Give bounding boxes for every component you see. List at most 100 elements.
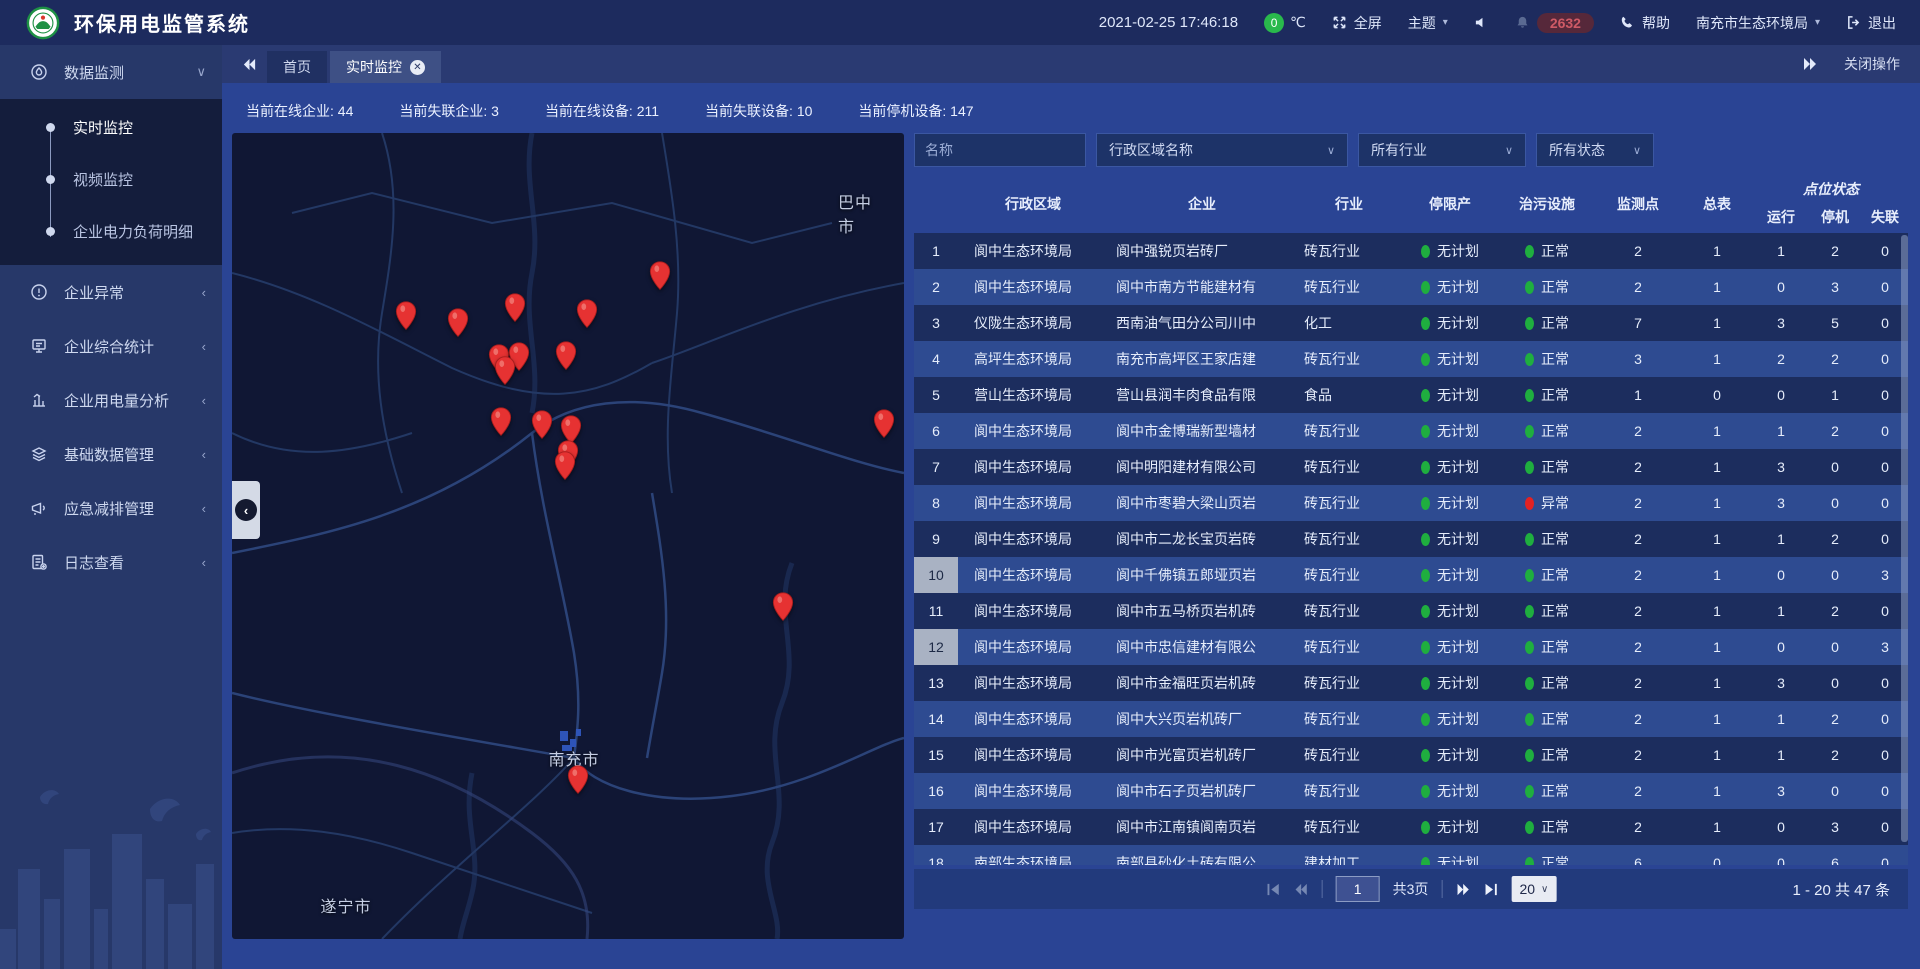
facility-status-label: 正常 [1541, 673, 1569, 693]
previous-page-icon[interactable] [1294, 882, 1309, 897]
sidebar-item-log-view[interactable]: 日志查看‹ [0, 535, 222, 589]
map-pin-icon[interactable] [504, 293, 526, 323]
fullscreen-button[interactable]: 全屏 [1332, 13, 1382, 33]
sound-button[interactable] [1474, 15, 1489, 30]
sidebar-subitem-实时监控[interactable]: 实时监控 [0, 101, 222, 153]
theme-button[interactable]: 主题▾ [1408, 13, 1448, 33]
map-pin-icon[interactable] [649, 261, 671, 291]
table-row[interactable]: 12阆中生态环境局阆中市忠信建材有限公砖瓦行业无计划正常21003 [914, 629, 1908, 665]
table-row[interactable]: 13阆中生态环境局阆中市金福旺页岩机砖砖瓦行业无计划正常21300 [914, 665, 1908, 701]
help-button[interactable]: 帮助 [1620, 13, 1670, 33]
industry-cell: 砖瓦行业 [1296, 529, 1402, 549]
company-cell: 阆中市五马桥页岩机砖 [1108, 601, 1296, 621]
close-icon[interactable]: ✕ [410, 60, 425, 75]
table-row[interactable]: 16阆中生态环境局阆中市石子页岩机砖厂砖瓦行业无计划正常21300 [914, 773, 1908, 809]
speaker-icon [1474, 15, 1489, 30]
table-row[interactable]: 7阆中生态环境局阆中明阳建材有限公司砖瓦行业无计划正常21300 [914, 449, 1908, 485]
row-index-cell: 15 [914, 737, 958, 773]
table-row[interactable]: 1阆中生态环境局阆中强锐页岩砖厂砖瓦行业无计划正常21120 [914, 233, 1908, 269]
row-index-cell: 8 [914, 485, 958, 521]
divider [1441, 880, 1442, 898]
map-pin-icon[interactable] [772, 592, 794, 622]
table-row[interactable]: 4高坪生态环境局南充市高坪区王家店建砖瓦行业无计划正常31220 [914, 341, 1908, 377]
facility-status-label: 正常 [1541, 817, 1569, 837]
map-pin-icon[interactable] [395, 301, 417, 331]
facility-status-cell: 正常 [1498, 601, 1596, 621]
last-page-icon[interactable] [1483, 882, 1498, 897]
first-page-icon[interactable] [1266, 882, 1281, 897]
sidebar-item-power-usage-analysis[interactable]: 企业用电量分析‹ [0, 373, 222, 427]
map-pin-icon[interactable] [555, 341, 577, 371]
meter-count-cell: 1 [1680, 495, 1754, 511]
table-row[interactable]: 9阆中生态环境局阆中市二龙长宝页岩砖砖瓦行业无计划正常21120 [914, 521, 1908, 557]
close-operations-button[interactable]: 关闭操作 [1844, 54, 1900, 74]
table-row[interactable]: 14阆中生态环境局阆中大兴页岩机砖厂砖瓦行业无计划正常21120 [914, 701, 1908, 737]
table-row[interactable]: 8阆中生态环境局阆中市枣碧大梁山页岩砖瓦行业无计划异常21300 [914, 485, 1908, 521]
table-row[interactable]: 3仪陇生态环境局西南油气田分公司川中化工无计划正常71350 [914, 305, 1908, 341]
map-panel[interactable]: 巴中市南充市遂宁市 ‹ [232, 133, 904, 939]
table-row[interactable]: 17阆中生态环境局阆中市江南镇阆南页岩砖瓦行业无计划正常21030 [914, 809, 1908, 845]
logout-button[interactable]: 退出 [1846, 13, 1896, 33]
run-count-cell: 0 [1754, 567, 1808, 583]
region-select[interactable]: 行政区域名称 ∨ [1096, 133, 1348, 167]
tabs-scroll-left-icon[interactable] [242, 57, 257, 72]
meter-count-cell: 1 [1680, 243, 1754, 259]
sidebar-item-enterprise-statistics[interactable]: 企业综合统计‹ [0, 319, 222, 373]
halt-count-cell: 0 [1808, 495, 1862, 511]
map-pin-icon[interactable] [490, 407, 512, 437]
tabs-scroll-right-icon[interactable] [1802, 56, 1818, 72]
map-pin-icon[interactable] [576, 299, 598, 329]
chevron-left-icon: ‹ [202, 285, 206, 300]
column-header-index [914, 175, 958, 233]
table-row[interactable]: 2阆中生态环境局阆中市南方节能建材有砖瓦行业无计划正常21030 [914, 269, 1908, 305]
temperature-indicator: 0 ℃ [1264, 13, 1306, 33]
tab-实时监控[interactable]: 实时监控✕ [330, 51, 441, 83]
monitor-count-cell: 2 [1596, 459, 1680, 475]
page-size-select[interactable]: 20 ∨ [1511, 876, 1556, 902]
tab-首页[interactable]: 首页 [267, 51, 327, 83]
map-pin-icon[interactable] [494, 356, 516, 386]
page-number-input[interactable] [1336, 876, 1380, 902]
map-pin-icon[interactable] [531, 410, 553, 440]
org-selector[interactable]: 南充市生态环境局▾ [1696, 13, 1820, 33]
status-dot-icon [1525, 281, 1534, 294]
name-search-input[interactable] [914, 133, 1086, 167]
table-scrollbar[interactable] [1901, 235, 1908, 842]
region-cell: 阆中生态环境局 [958, 493, 1108, 513]
industry-cell: 砖瓦行业 [1296, 673, 1402, 693]
stop-status-cell: 无计划 [1402, 817, 1498, 837]
industry-cell: 砖瓦行业 [1296, 817, 1402, 837]
status-select[interactable]: 所有状态 ∨ [1536, 133, 1654, 167]
table-row[interactable]: 5营山生态环境局营山县润丰肉食品有限食品无计划正常10010 [914, 377, 1908, 413]
sidebar-subitem-label: 企业电力负荷明细 [73, 221, 193, 242]
region-select-value: 行政区域名称 [1109, 140, 1193, 160]
map-pin-icon[interactable] [554, 451, 576, 481]
table-row[interactable]: 6阆中生态环境局阆中市金博瑞新型墙材砖瓦行业无计划正常21120 [914, 413, 1908, 449]
row-index-cell: 5 [914, 377, 958, 413]
org-selector-label: 南充市生态环境局 [1696, 13, 1808, 33]
notifications-button[interactable]: 2632 [1515, 13, 1594, 33]
map-pin-icon[interactable] [873, 409, 895, 439]
map-pin-icon[interactable] [567, 765, 589, 795]
next-page-icon[interactable] [1455, 882, 1470, 897]
industry-select[interactable]: 所有行业 ∨ [1358, 133, 1526, 167]
industry-cell: 砖瓦行业 [1296, 745, 1402, 765]
table-row[interactable]: 10阆中生态环境局阆中千佛镇五郎垭页岩砖瓦行业无计划正常21003 [914, 557, 1908, 593]
table-row[interactable]: 11阆中生态环境局阆中市五马桥页岩机砖砖瓦行业无计划正常21120 [914, 593, 1908, 629]
sidebar-subitem-视频监控[interactable]: 视频监控 [0, 153, 222, 205]
sidebar-item-data-monitoring[interactable]: 数据监测∨ [0, 45, 222, 99]
table-row[interactable]: 15阆中生态环境局阆中市光富页岩机砖厂砖瓦行业无计划正常21120 [914, 737, 1908, 773]
sidebar-item-emergency-reduction[interactable]: 应急减排管理‹ [0, 481, 222, 535]
table-row[interactable]: 18南部生态环境局南部县砂化土砖有限公建材加工无计划正常60060 [914, 845, 1908, 865]
map-collapse-button[interactable]: ‹ [232, 481, 260, 539]
stop-status-label: 无计划 [1437, 493, 1479, 513]
stop-status-cell: 无计划 [1402, 313, 1498, 333]
sidebar-item-base-data-management[interactable]: 基础数据管理‹ [0, 427, 222, 481]
run-count-cell: 3 [1754, 495, 1808, 511]
sidebar-subitem-企业电力负荷明细[interactable]: 企业电力负荷明细 [0, 205, 222, 257]
datetime-display: 2021-02-25 17:46:18 [1099, 14, 1238, 31]
map-pin-icon[interactable] [447, 308, 469, 338]
industry-cell: 砖瓦行业 [1296, 781, 1402, 801]
sidebar-item-enterprise-abnormal[interactable]: 企业异常‹ [0, 265, 222, 319]
pagination-summary: 1 - 20 共 47 条 [1792, 879, 1908, 900]
